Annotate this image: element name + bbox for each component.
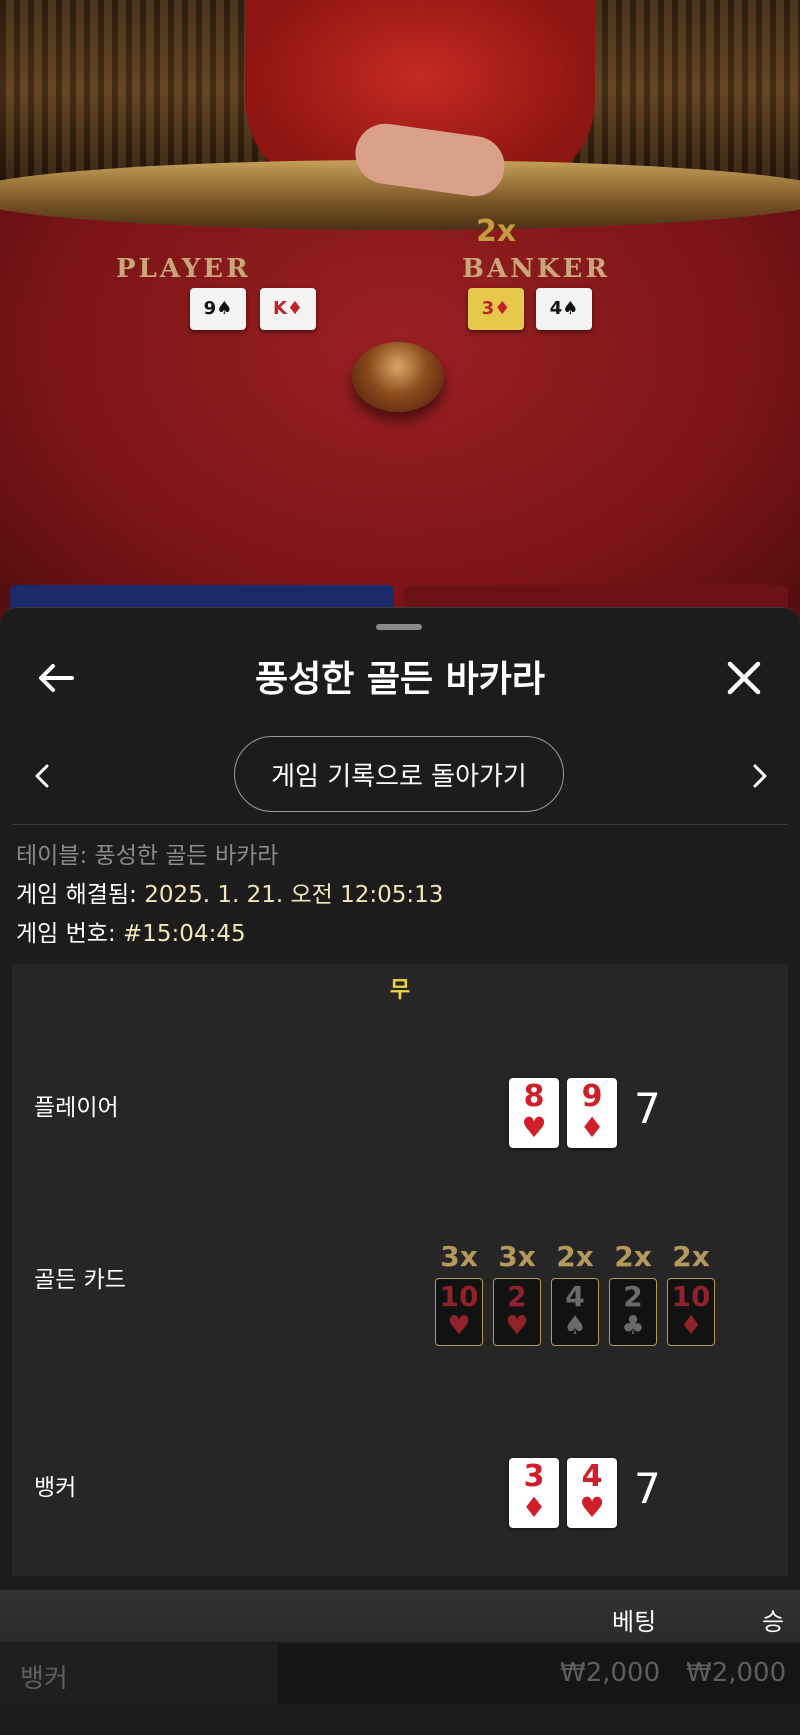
- previous-game-button[interactable]: [22, 756, 62, 796]
- column-bet: 베팅: [612, 1608, 657, 1636]
- next-game-button[interactable]: [740, 756, 780, 796]
- golden-multiplier: 2x: [614, 1240, 652, 1273]
- sheet-title: 풍성한 골든 바카라: [254, 659, 546, 700]
- bet-name: 뱅커: [20, 1664, 68, 1694]
- player-score: 7: [634, 1084, 661, 1133]
- drag-handle[interactable]: [376, 624, 422, 630]
- close-button[interactable]: [714, 648, 774, 708]
- banker-row-label: 뱅커: [34, 1475, 77, 1501]
- player-card: 9 ♦: [567, 1078, 617, 1148]
- golden-card: 4 ♠: [551, 1278, 599, 1346]
- table-card: K♦: [260, 288, 316, 330]
- win-amount: ₩2,000: [686, 1658, 787, 1688]
- golden-multiplier: 2x: [556, 1240, 594, 1273]
- golden-card: 10 ♥: [435, 1278, 483, 1346]
- table-info: 테이블: 풍성한 골든 바카라: [16, 843, 279, 869]
- golden-cards-label: 골든 카드: [34, 1267, 126, 1293]
- table-card: 9♠: [190, 288, 246, 330]
- chevron-right-icon: [753, 764, 767, 788]
- banker-card: 3 ♦: [509, 1458, 559, 1528]
- player-card: 8 ♥: [509, 1078, 559, 1148]
- player-row-label: 플레이어: [34, 1095, 119, 1121]
- arrow-left-icon: [39, 664, 74, 692]
- bet-amount: ₩2,000: [560, 1658, 661, 1688]
- round-result-panel: 무 플레이어 8 ♥ 9 ♦ 7 골든 카드 3x 10 ♥ 3x 2 ♥ 2x 4 ♠ …: [12, 964, 788, 1576]
- game-history-sheet: 풍성한 골든 바카라 게임 기록으로 돌아가기 테이블: 풍성한 골든 바카라 …: [0, 607, 800, 1735]
- banker-card: 4 ♥: [567, 1458, 617, 1528]
- golden-card: 2 ♣: [609, 1278, 657, 1346]
- back-button[interactable]: [26, 648, 86, 708]
- golden-multiplier: 3x: [498, 1240, 536, 1273]
- column-win: 승: [762, 1608, 785, 1636]
- banker-score: 7: [634, 1464, 661, 1513]
- table-card-golden: 3♦: [468, 288, 524, 330]
- felt-player-label: PLAYER: [116, 254, 251, 284]
- table-row: 뱅커 ₩2,000 ₩2,000: [0, 1644, 800, 1704]
- chevron-left-icon: [35, 764, 49, 788]
- card-shoe-dome: [352, 342, 444, 412]
- back-to-history-button[interactable]: 게임 기록으로 돌아가기: [234, 736, 564, 812]
- divider: [12, 824, 788, 825]
- game-number-info: 게임 번호: #15:04:45: [16, 921, 246, 947]
- golden-multiplier: 2x: [672, 1240, 710, 1273]
- outcome-tie: 무: [389, 978, 411, 1003]
- bets-table-header: 베팅 승: [0, 1590, 800, 1642]
- golden-multiplier: 3x: [440, 1240, 478, 1273]
- golden-card: 10 ♦: [667, 1278, 715, 1346]
- live-video-feed: 2x PLAYER BANKER 9♠ K♦ 3♦ 4♠: [0, 0, 800, 640]
- golden-card: 2 ♥: [493, 1278, 541, 1346]
- resolved-info: 게임 해결됨: 2025. 1. 21. 오전 12:05:13: [16, 882, 444, 908]
- felt-banker-label: BANKER: [462, 254, 610, 284]
- close-icon: [727, 661, 761, 695]
- banker-multiplier: 2x: [476, 214, 517, 249]
- table-card: 4♠: [536, 288, 592, 330]
